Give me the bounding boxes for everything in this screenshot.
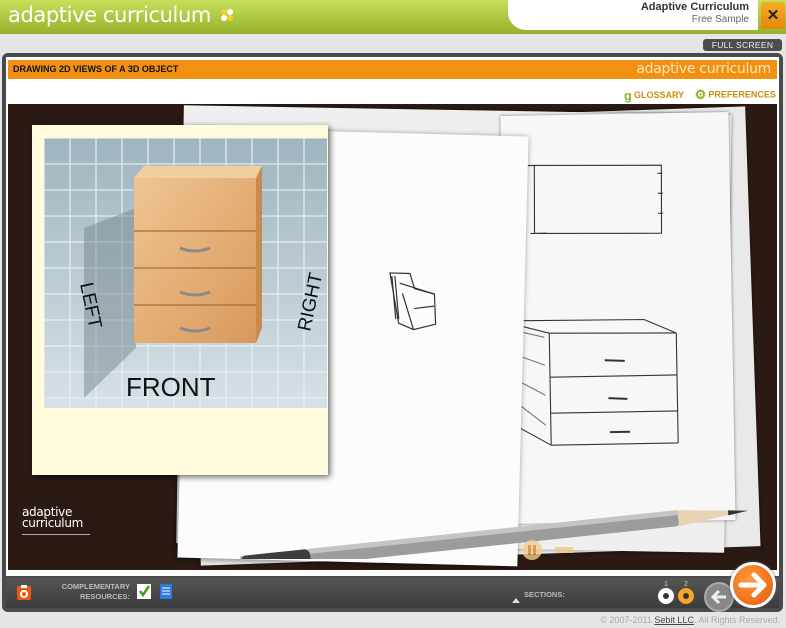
reference-photo-card: FRONT LEFT RIGHT — [32, 125, 328, 475]
full-screen-button[interactable]: FULL SCREEN — [703, 39, 782, 51]
section-2-dot — [678, 588, 694, 604]
gear-icon: ⚙ — [694, 87, 707, 102]
section-1-button[interactable]: 1 — [657, 581, 675, 605]
app-name: Adaptive Curriculum — [640, 1, 749, 13]
section-2-number: 2 — [684, 581, 688, 588]
lesson-title-bar: DRAWING 2D VIEWS OF A 3D OBJECT adaptive… — [8, 60, 777, 79]
title-bar-logo: adaptive curriculum — [636, 61, 771, 77]
activity-panel: DRAWING 2D VIEWS OF A 3D OBJECT adaptive… — [6, 57, 779, 576]
logo-mark-icon — [221, 9, 234, 21]
stage-logo: adaptive curriculum — [22, 506, 84, 530]
sections-caret-icon — [512, 598, 520, 603]
orthographic-sketches — [509, 164, 679, 446]
section-1-dot — [658, 588, 674, 604]
top-links: g GLOSSARY ⚙ PREFERENCES — [616, 87, 776, 103]
lesson-title: DRAWING 2D VIEWS OF A 3D OBJECT — [13, 64, 179, 74]
stage-logo-divider — [22, 534, 90, 535]
bottom-toolbar: COMPLEMENTARY RESOURCES: SECTIONS: 1 2 — [6, 578, 779, 608]
top-header: adaptive curriculum Adaptive Curriculum … — [0, 0, 786, 34]
activity-frame: DRAWING 2D VIEWS OF A 3D OBJECT adaptive… — [2, 53, 783, 612]
pencil-icon — [239, 510, 748, 559]
close-button[interactable]: ✕ — [761, 2, 785, 29]
company-link[interactable]: Sebit LLC — [654, 615, 694, 625]
product-title-box: Adaptive Curriculum Free Sample — [508, 0, 758, 30]
arrow-right-icon — [738, 572, 767, 598]
adaptive-curriculum-logo: adaptive curriculum — [8, 3, 234, 27]
copyright-prefix: © 2007-2011 — [600, 615, 652, 625]
glossary-icon: g — [624, 87, 632, 103]
cabinet-3d-photo: FRONT LEFT RIGHT — [44, 138, 327, 408]
glossary-label: GLOSSARY — [633, 89, 685, 100]
section-2-button[interactable]: 2 — [677, 581, 695, 605]
complementary-resources-label: COMPLEMENTARY RESOURCES: — [50, 582, 130, 602]
complementary-line2: RESOURCES: — [79, 592, 130, 601]
sketch-sheet — [500, 112, 736, 524]
glossary-link[interactable]: g GLOSSARY — [624, 88, 684, 103]
arrow-left-icon — [710, 589, 726, 605]
rights-text: . All Rights Reserved. — [693, 615, 780, 625]
progress-indicator — [555, 547, 573, 553]
front-label: FRONT — [126, 372, 216, 402]
sections-label: SECTIONS: — [524, 590, 565, 599]
preferences-link[interactable]: ⚙ PREFERENCES — [695, 87, 776, 103]
app-subtitle: Free Sample — [691, 14, 749, 25]
clipboard-icon[interactable] — [16, 585, 32, 601]
copyright-footer: © 2007-2011 Sebit LLC. All Rights Reserv… — [600, 615, 780, 625]
complementary-line1: COMPLEMENTARY — [61, 582, 130, 591]
stage-logo-line2: curriculum — [22, 516, 84, 530]
preferences-label: PREFERENCES — [708, 89, 776, 100]
section-1-number: 1 — [664, 581, 668, 588]
next-arrow-button[interactable] — [730, 562, 776, 608]
document-icon[interactable] — [158, 583, 174, 599]
logo-text: adaptive curriculum — [8, 3, 211, 27]
checklist-icon[interactable] — [136, 583, 152, 599]
pause-button[interactable] — [522, 540, 542, 560]
activity-stage: FRONT LEFT RIGHT adaptive curriculum — [8, 104, 777, 570]
